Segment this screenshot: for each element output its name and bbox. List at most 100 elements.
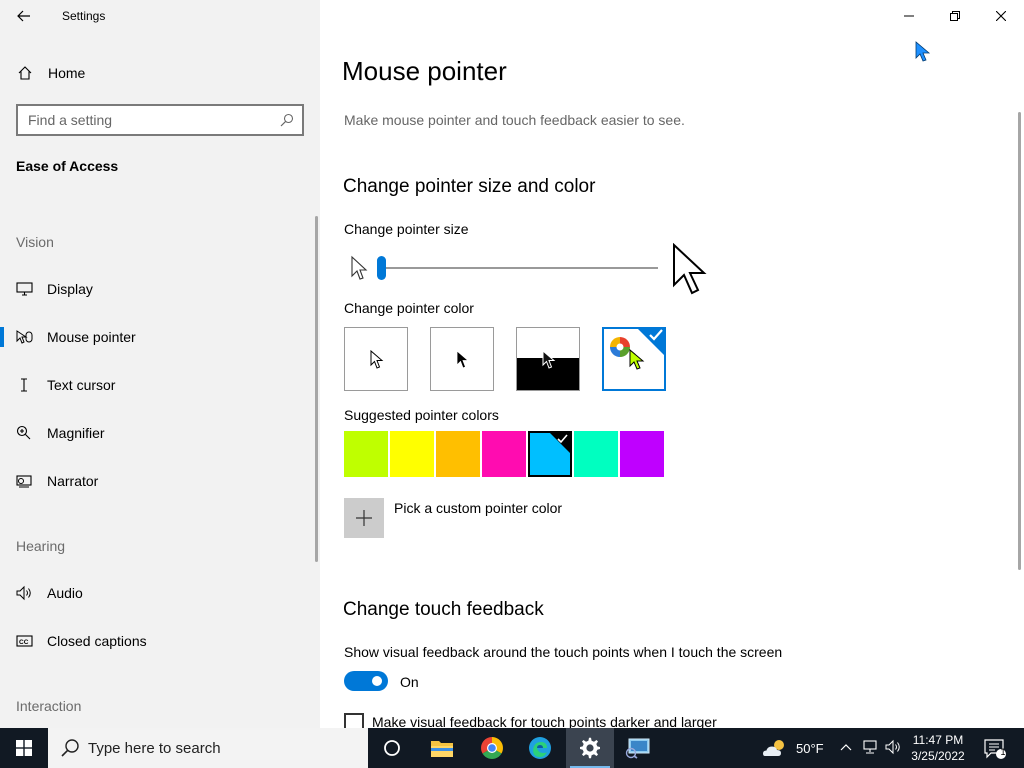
clock-time: 11:47 PM	[912, 733, 964, 747]
main-content: Mouse pointer Make mouse pointer and tou…	[320, 0, 1024, 728]
taskbar-search-placeholder: Type here to search	[88, 740, 221, 757]
remote-desktop-button[interactable]	[614, 728, 662, 768]
page-title: Mouse pointer	[342, 56, 507, 86]
back-button[interactable]	[8, 2, 40, 30]
taskbar-search-box[interactable]: Type here to search	[48, 728, 368, 768]
sidebar-item-audio[interactable]: Audio	[0, 573, 316, 613]
plus-icon	[356, 510, 372, 526]
swatch-purple[interactable]	[620, 431, 664, 477]
sidebar-item-narrator[interactable]: Narrator	[0, 461, 316, 501]
sidebar-item-label: Magnifier	[47, 425, 105, 441]
touch-feedback-toggle[interactable]	[344, 671, 388, 691]
text-cursor-icon	[21, 378, 27, 392]
settings-search-box[interactable]	[16, 104, 304, 136]
monitor-icon	[16, 282, 33, 296]
magnifier-icon	[16, 425, 31, 440]
weather-partly-cloudy-icon[interactable]	[762, 738, 788, 758]
pointer-size-slider-thumb[interactable]	[377, 256, 386, 280]
speaker-icon	[16, 585, 31, 601]
narrator-icon	[16, 475, 32, 488]
page-description: Make mouse pointer and touch feedback ea…	[344, 112, 685, 128]
minimize-icon	[904, 15, 914, 17]
swatch-blue-selected[interactable]	[528, 431, 572, 477]
app-title: Settings	[62, 9, 106, 23]
settings-search-input[interactable]	[18, 106, 268, 134]
taskbar-clock[interactable]: 11:47 PM 3/25/2022	[906, 732, 970, 764]
group-label-vision: Vision	[16, 234, 54, 250]
file-explorer-button[interactable]	[418, 728, 466, 768]
edge-button[interactable]	[516, 728, 564, 768]
small-pointer-icon	[351, 255, 368, 280]
chrome-button[interactable]	[468, 728, 516, 768]
darker-feedback-checkbox[interactable]	[344, 713, 364, 728]
swatch-yellow[interactable]	[390, 431, 434, 477]
toggle-knob	[372, 676, 382, 686]
sidebar-item-label: Narrator	[47, 473, 99, 489]
section-title: Ease of Access	[16, 158, 119, 174]
sidebar-item-label: Mouse pointer	[47, 329, 136, 345]
chrome-icon	[481, 737, 503, 759]
pointer-color-white-option[interactable]	[344, 327, 408, 391]
pointer-size-label: Change pointer size	[344, 221, 469, 237]
remote-desktop-icon	[625, 738, 650, 759]
sidebar-item-display[interactable]: Display	[0, 269, 316, 309]
darker-feedback-label: Make visual feedback for touch points da…	[372, 714, 717, 728]
color-wheel-icon	[610, 337, 630, 357]
network-icon[interactable]	[862, 739, 880, 755]
sidebar-item-label: Closed captions	[47, 633, 147, 649]
taskbar: Type here to search 50°F 11:47 PM 3/25/2…	[0, 728, 1024, 768]
toggle-state-label: On	[400, 674, 419, 690]
close-button[interactable]	[978, 0, 1024, 32]
touch-feedback-label: Show visual feedback around the touch po…	[344, 644, 783, 660]
start-button[interactable]	[0, 728, 48, 768]
pointer-color-label: Change pointer color	[344, 300, 474, 316]
pointer-color-inverted-option[interactable]	[516, 327, 580, 391]
custom-color-label[interactable]: Pick a custom pointer color	[394, 500, 562, 516]
settings-app-button[interactable]	[566, 728, 614, 768]
sidebar-item-label: Display	[47, 281, 93, 297]
main-scrollbar[interactable]	[1018, 112, 1021, 570]
pointer-size-slider-track[interactable]	[382, 267, 658, 269]
touch-feedback-heading: Change touch feedback	[343, 599, 544, 620]
sidebar-item-magnifier[interactable]: Magnifier	[0, 413, 316, 453]
sidebar-item-text-cursor[interactable]: Text cursor	[0, 365, 316, 405]
windows-logo-icon	[16, 740, 32, 756]
cortana-icon	[384, 740, 400, 756]
swatch-pink[interactable]	[482, 431, 526, 477]
pointer-color-black-option[interactable]	[430, 327, 494, 391]
swatch-orange[interactable]	[436, 431, 480, 477]
sidebar-item-label: Audio	[47, 585, 83, 601]
closed-captions-icon: CC	[16, 635, 33, 647]
svg-text:CC: CC	[19, 639, 29, 646]
taskbar-search-icon	[61, 739, 79, 757]
sidebar-item-mouse-pointer[interactable]: Mouse pointer	[0, 317, 316, 357]
screen-mouse-cursor-icon	[915, 41, 931, 62]
home-nav-item[interactable]: Home	[0, 56, 320, 90]
white-pointer-icon	[370, 350, 384, 369]
minimize-button[interactable]	[886, 0, 932, 32]
restore-icon	[950, 11, 960, 21]
swatch-aqua[interactable]	[574, 431, 618, 477]
custom-color-button[interactable]	[344, 498, 384, 538]
sidebar-item-label: Text cursor	[47, 377, 116, 393]
sidebar-item-closed-captions[interactable]: CC Closed captions	[0, 621, 316, 661]
gear-icon	[580, 737, 600, 759]
suggested-colors-label: Suggested pointer colors	[344, 407, 499, 423]
notification-count-badge: 1	[1000, 747, 1006, 757]
clock-date: 3/25/2022	[911, 749, 965, 763]
swatch-lime[interactable]	[344, 431, 388, 477]
sidebar-scrollbar[interactable]	[315, 216, 318, 562]
chevron-up-icon[interactable]	[840, 743, 852, 751]
search-icon[interactable]	[280, 113, 294, 127]
custom-pointer-icon	[629, 349, 645, 370]
weather-temperature[interactable]: 50°F	[796, 741, 824, 756]
cortana-button[interactable]	[368, 728, 416, 768]
swatch-check-icon	[549, 432, 571, 454]
home-label: Home	[48, 65, 86, 81]
size-color-heading: Change pointer size and color	[343, 176, 596, 197]
large-pointer-icon	[673, 243, 707, 295]
inverted-pointer-icon	[542, 350, 556, 369]
restore-button[interactable]	[932, 0, 978, 32]
volume-icon[interactable]	[885, 739, 903, 755]
pointer-color-custom-option[interactable]	[602, 327, 666, 391]
